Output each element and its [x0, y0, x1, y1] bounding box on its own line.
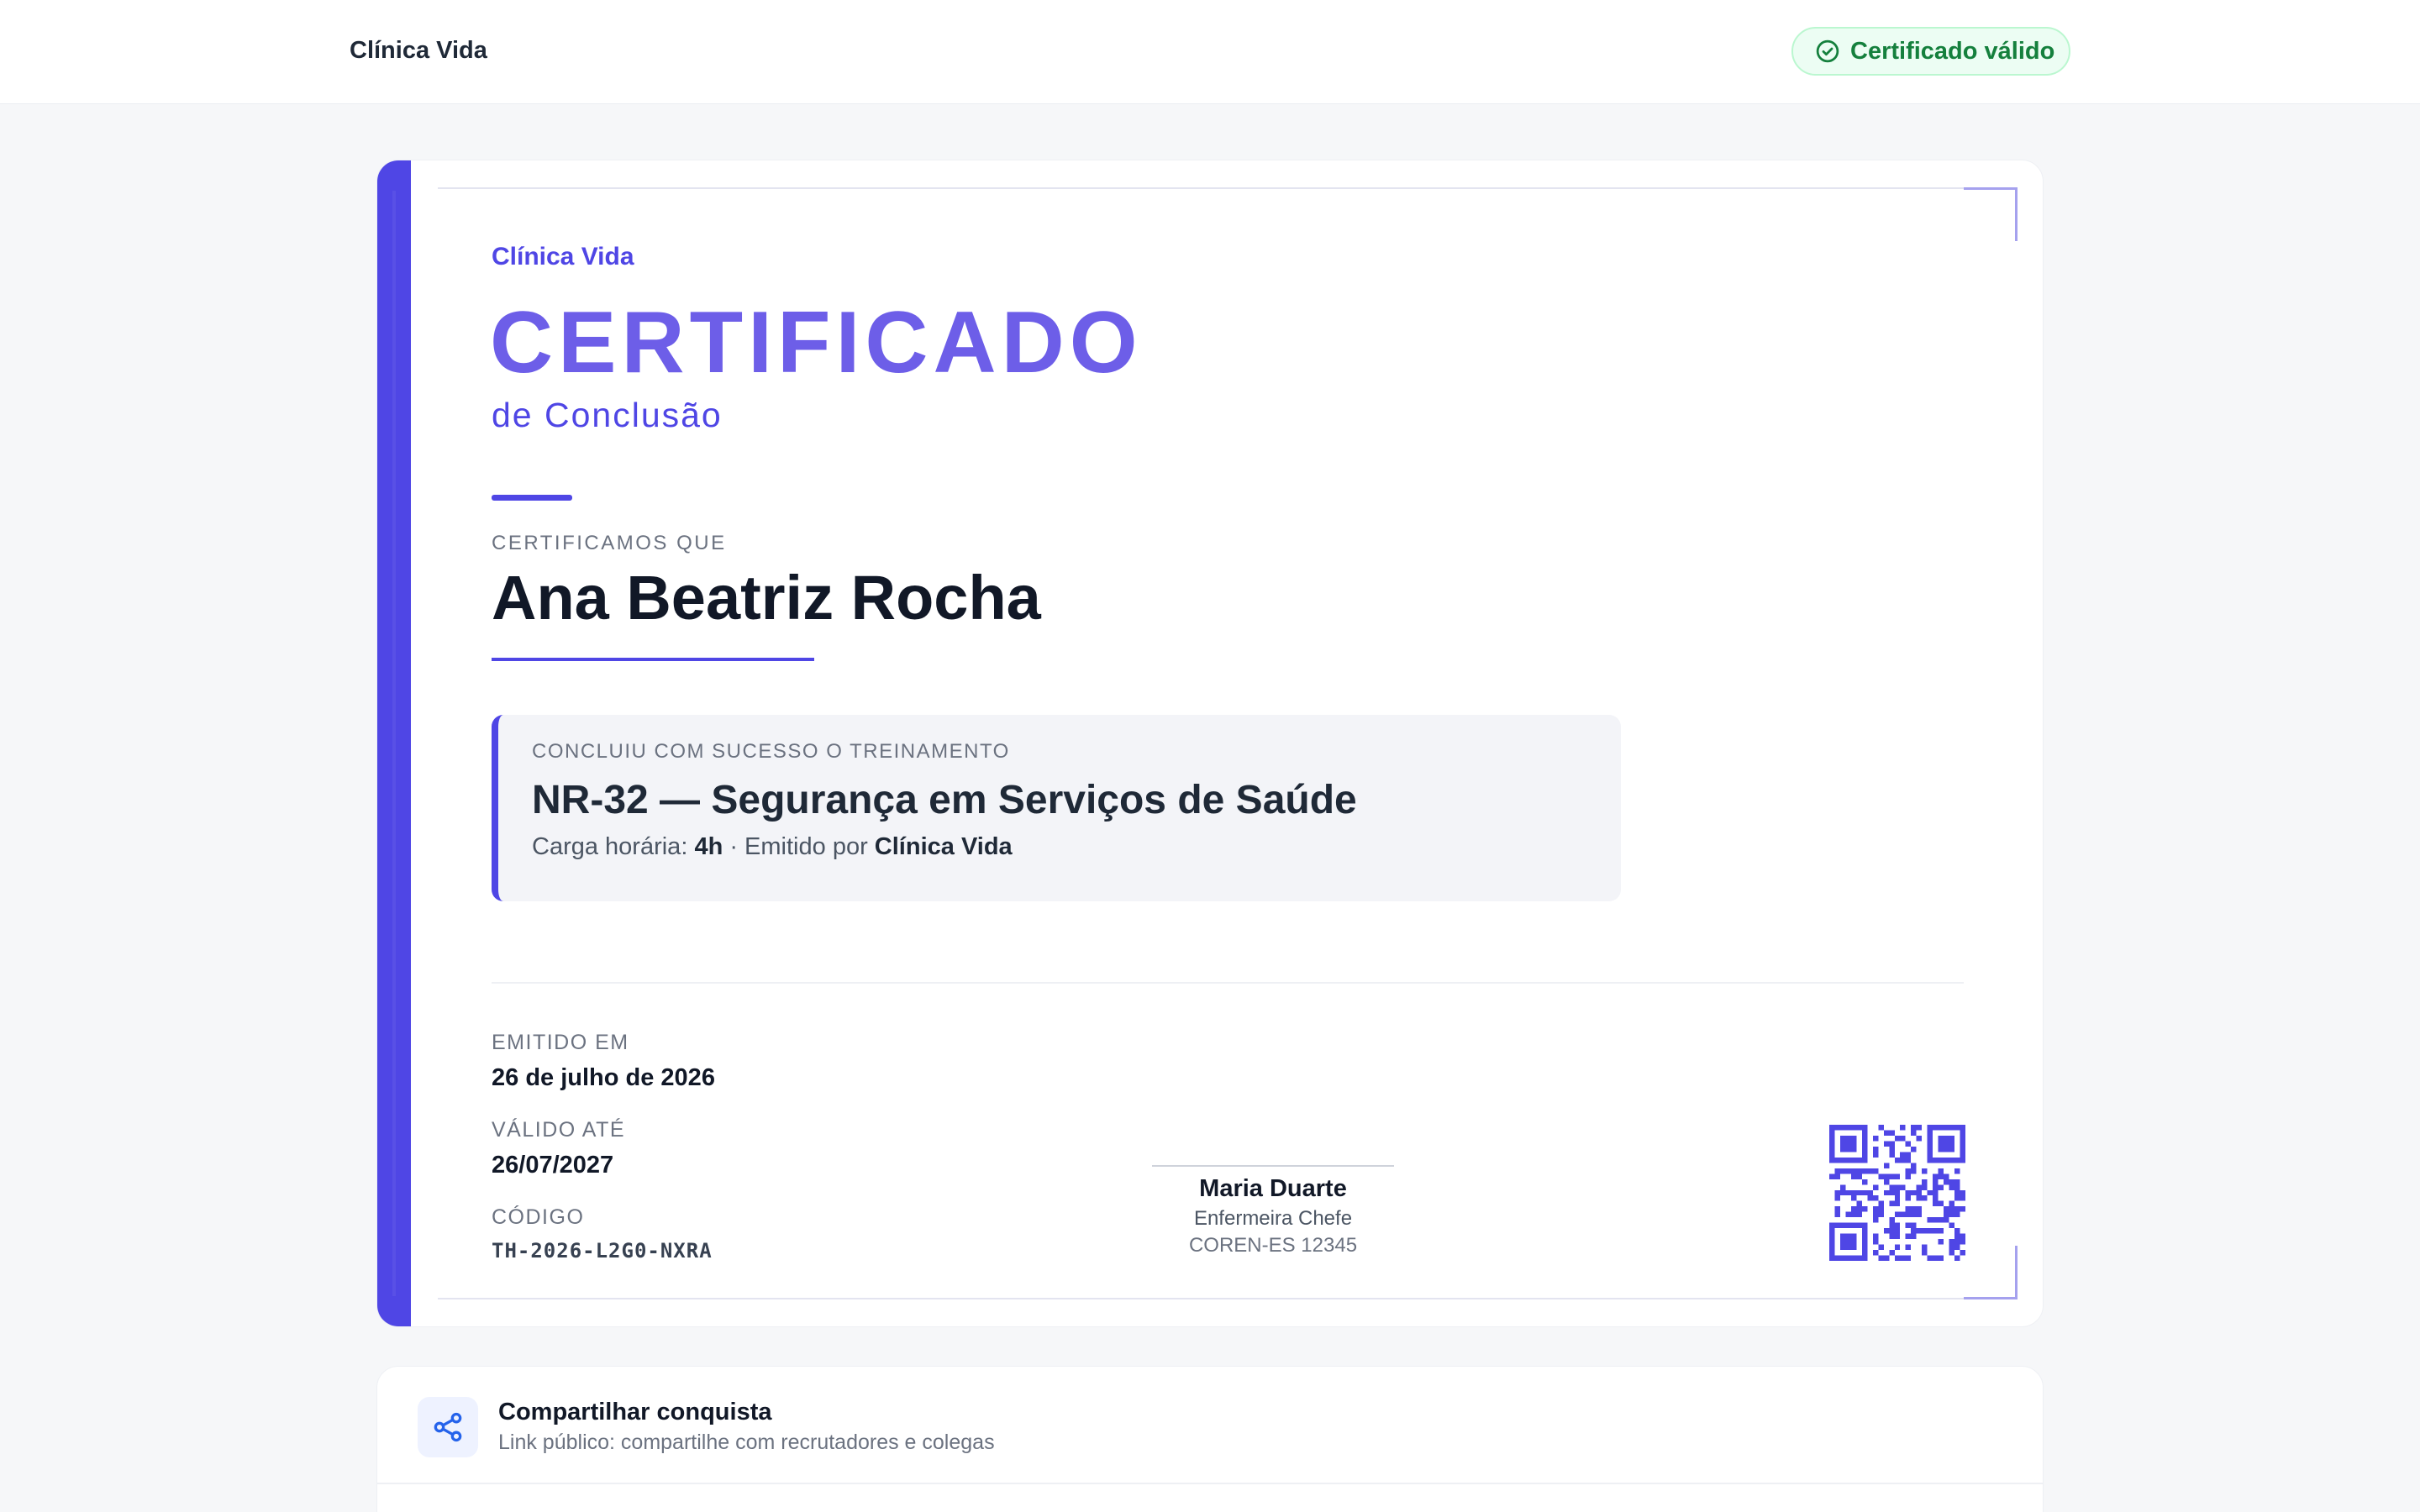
frame-corner-bottom-right [1964, 1246, 2018, 1299]
certificate-subtitle: de Conclusão [492, 396, 723, 434]
code-label: CÓDIGO [492, 1205, 585, 1229]
certify-label: CERTIFICAMOS QUE [492, 532, 727, 554]
valid-until-label: VÁLIDO ATÉ [492, 1118, 626, 1142]
qr-code-icon[interactable] [1829, 1125, 1965, 1261]
accent-stripe [377, 160, 411, 1326]
workload-label: Carga horária: [532, 833, 688, 860]
issued-by-label: · Emitido por [729, 833, 868, 860]
share-divider [377, 1483, 2043, 1484]
issuer-name: Clínica Vida [492, 243, 634, 270]
brand-name[interactable]: Clínica Vida [350, 37, 487, 65]
frame-line-bottom [438, 1298, 1984, 1299]
name-underline [492, 658, 814, 661]
share-subtitle: Link público: compartilhe com recrutador… [498, 1431, 995, 1454]
course-meta: Carga horária: 4h · Emitido por Clínica … [532, 833, 1621, 861]
frame-corner-top-right [1964, 187, 2018, 241]
valid-until-value: 26/07/2027 [492, 1152, 614, 1179]
certificate-title: CERTIFICADO [490, 294, 1143, 391]
title-divider [492, 495, 572, 501]
course-box: CONCLUIU COM SUCESSO O TREINAMENTO NR-32… [492, 715, 1621, 901]
issued-by-value: Clínica Vida [874, 833, 1013, 860]
workload-value: 4h [694, 833, 723, 860]
course-label: CONCLUIU COM SUCESSO O TREINAMENTO [532, 740, 1010, 763]
signer-registration: COREN-ES 12345 [1188, 1234, 1358, 1257]
frame-line-top [438, 187, 1984, 189]
share-title: Compartilhar conquista [498, 1399, 772, 1425]
signature-line [1152, 1165, 1394, 1167]
section-divider [492, 982, 1964, 984]
course-name: NR-32 — Segurança em Serviços de Saúde [532, 778, 1357, 822]
certificate-code: TH-2026-L2G0-NXRA [492, 1239, 713, 1263]
certificate-valid-badge: Certificado válido [1791, 27, 2070, 76]
issued-on-value: 26 de julho de 2026 [492, 1064, 715, 1091]
issued-on-label: EMITIDO EM [492, 1031, 629, 1054]
share-card: Compartilhar conquista Link público: com… [376, 1366, 2044, 1512]
recipient-name: Ana Beatriz Rocha [492, 563, 1041, 633]
certificate-card: Clínica Vida CERTIFICADO de Conclusão CE… [376, 160, 2044, 1327]
signer-role: Enfermeira Chefe [1193, 1207, 1353, 1230]
share-button[interactable] [418, 1397, 478, 1457]
top-bar: Clínica Vida Certificado válido [0, 0, 2420, 104]
share-icon [434, 1412, 462, 1442]
badge-label: Certificado válido [1850, 37, 2055, 65]
check-circle-icon [1816, 39, 1839, 63]
signer-name: Maria Duarte [1199, 1175, 1347, 1202]
